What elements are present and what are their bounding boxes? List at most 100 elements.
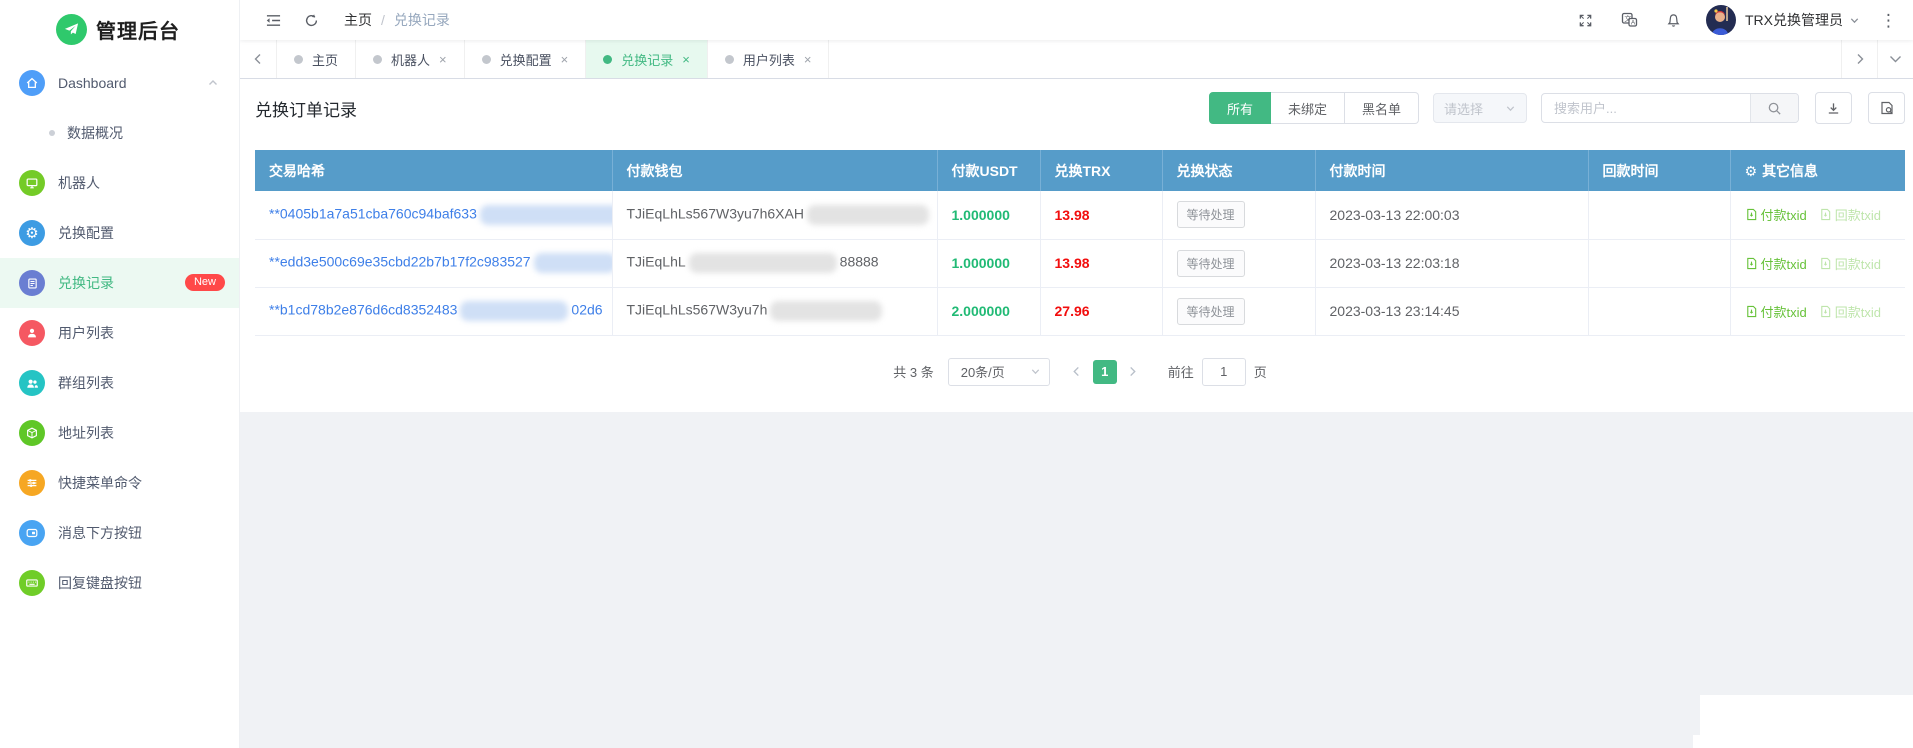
chevron-down-icon — [1030, 366, 1041, 377]
col-header-pay-wallet: 付款钱包 — [612, 150, 937, 191]
document-icon — [1745, 257, 1758, 270]
sidebar-item-label: 兑换记录 — [58, 273, 114, 293]
status-badge[interactable]: 等待处理 — [1177, 201, 1245, 228]
document-icon — [1819, 257, 1832, 270]
status-cell: 等待处理 — [1162, 239, 1315, 287]
redacted-blur — [770, 301, 882, 321]
sidebar-item-label: Dashboard — [58, 75, 127, 91]
download-icon — [1826, 101, 1841, 116]
other-info-cell: 付款txid 回款txid — [1730, 191, 1905, 239]
page-number-button[interactable]: 1 — [1093, 360, 1117, 384]
kebab-menu-icon[interactable]: ⋮ — [1880, 12, 1897, 29]
tab-dot-icon — [294, 55, 303, 64]
page-content: 兑换订单记录 所有 未绑定 黑名单 请选择 — [240, 79, 1913, 748]
refresh-icon[interactable] — [300, 9, 322, 31]
sidebar-item-exchange-records[interactable]: 兑换记录 New — [0, 258, 239, 308]
tabs-menu-chevron-down-icon[interactable] — [1877, 40, 1913, 78]
orders-table: 交易哈希 付款钱包 付款USDT 兑换TRX 兑换状态 付款时间 回款时间 ⚙其… — [255, 150, 1905, 336]
search-input[interactable] — [1542, 94, 1750, 122]
sidebar-item-label: 快捷菜单命令 — [58, 473, 142, 493]
tx-hash-link[interactable]: **b1cd78b2e876d6cd8352483 — [269, 302, 457, 318]
tab-exchange-records[interactable]: 兑换记录 × — [586, 40, 708, 78]
tab-home[interactable]: 主页 — [277, 40, 356, 78]
collapse-sidebar-icon[interactable] — [262, 9, 284, 31]
document-icon — [1819, 208, 1832, 221]
pay-txid-link[interactable]: 付款txid — [1745, 302, 1807, 321]
tab-exchange-config[interactable]: 兑换配置 × — [465, 40, 587, 78]
translate-icon[interactable]: 文A — [1618, 9, 1640, 31]
filter-blacklist-button[interactable]: 黑名单 — [1345, 92, 1419, 124]
close-icon[interactable]: × — [804, 52, 812, 67]
refund-txid-link[interactable]: 回款txid — [1819, 254, 1881, 273]
search-group — [1541, 93, 1799, 123]
close-icon[interactable]: × — [682, 52, 690, 67]
sidebar-item-reply-keyboard[interactable]: 回复键盘按钮 — [0, 558, 239, 608]
avatar[interactable] — [1706, 5, 1736, 35]
sidebar-item-exchange-config[interactable]: ⚙ 兑换配置 — [0, 208, 239, 258]
export-report-icon — [1879, 100, 1895, 116]
status-badge[interactable]: 等待处理 — [1177, 298, 1245, 325]
bell-icon[interactable] — [1662, 9, 1684, 31]
sidebar-item-data-overview[interactable]: 数据概况 — [0, 108, 239, 158]
tabs-scroll-left-icon[interactable] — [240, 40, 277, 78]
goto-label: 前往 — [1168, 362, 1194, 381]
pay-usdt-cell: 1.000000 — [937, 191, 1040, 239]
tab-label: 机器人 — [391, 50, 430, 69]
redacted-blur — [689, 253, 837, 273]
refund-txid-link[interactable]: 回款txid — [1819, 302, 1881, 321]
page-title: 兑换订单记录 — [255, 96, 357, 121]
pay-txid-link[interactable]: 付款txid — [1745, 254, 1807, 273]
status-badge[interactable]: 等待处理 — [1177, 250, 1245, 277]
filter-select[interactable]: 请选择 — [1433, 93, 1527, 123]
pay-time-cell: 2023-03-13 22:00:03 — [1315, 191, 1588, 239]
gear-icon: ⚙ — [1745, 163, 1758, 179]
sidebar-item-robot[interactable]: 机器人 — [0, 158, 239, 208]
sidebar-item-group-list[interactable]: 群组列表 — [0, 358, 239, 408]
sidebar-item-dashboard[interactable]: Dashboard — [0, 58, 239, 108]
sidebar-item-quick-menu-commands[interactable]: 快捷菜单命令 — [0, 458, 239, 508]
next-page-button[interactable] — [1120, 359, 1146, 385]
breadcrumb-home[interactable]: 主页 — [344, 12, 372, 28]
close-icon[interactable]: × — [561, 52, 569, 67]
home-icon — [19, 70, 45, 96]
export-report-button[interactable] — [1868, 92, 1905, 124]
caret-down-icon[interactable] — [1849, 15, 1860, 26]
prev-page-button[interactable] — [1064, 359, 1090, 385]
col-header-pay-time: 付款时间 — [1315, 150, 1588, 191]
filter-all-button[interactable]: 所有 — [1209, 92, 1271, 124]
tabs-bar: 主页 机器人 × 兑换配置 × 兑换记录 × 用户列表 × — [240, 40, 1913, 79]
tabs-scroll-right-icon[interactable] — [1841, 40, 1877, 78]
tx-hash-cell: **0405b1a7a51cba760c94baf633 — [255, 191, 612, 239]
tab-robot[interactable]: 机器人 × — [356, 40, 465, 78]
download-button[interactable] — [1815, 92, 1852, 124]
document-icon — [1745, 305, 1758, 318]
refund-txid-link[interactable]: 回款txid — [1819, 205, 1881, 224]
search-button[interactable] — [1750, 94, 1798, 122]
tab-user-list[interactable]: 用户列表 × — [708, 40, 830, 78]
user-name[interactable]: TRX兑换管理员 — [1745, 10, 1843, 30]
corner-white-overlay — [1700, 695, 1913, 748]
other-info-cell: 付款txid 回款txid — [1730, 239, 1905, 287]
app-logo: 管理后台 — [0, 0, 239, 58]
sidebar-item-label: 消息下方按钮 — [58, 523, 142, 543]
tx-hash-link[interactable]: **edd3e500c69e35cbd22b7b17f2c983527 — [269, 254, 531, 270]
sidebar-item-user-list[interactable]: 用户列表 — [0, 308, 239, 358]
pay-wallet-cell: TJiEqLhLs567W3yu7h — [612, 287, 937, 335]
fullscreen-icon[interactable] — [1574, 9, 1596, 31]
toolbar: 所有 未绑定 黑名单 请选择 — [1209, 92, 1905, 124]
chevron-left-icon — [1072, 366, 1081, 377]
goto-suffix: 页 — [1254, 362, 1267, 381]
goto-page-input[interactable] — [1202, 358, 1246, 386]
table-header-row: 交易哈希 付款钱包 付款USDT 兑换TRX 兑换状态 付款时间 回款时间 ⚙其… — [255, 150, 1905, 191]
close-icon[interactable]: × — [439, 52, 447, 67]
chevron-up-icon — [207, 77, 219, 89]
sidebar-item-inline-buttons[interactable]: 消息下方按钮 — [0, 508, 239, 558]
sidebar-item-address-list[interactable]: 地址列表 — [0, 408, 239, 458]
tab-label: 用户列表 — [743, 50, 795, 69]
tx-hash-link[interactable]: **0405b1a7a51cba760c94baf633 — [269, 205, 477, 221]
filter-unbound-button[interactable]: 未绑定 — [1271, 92, 1345, 124]
cube-icon — [19, 420, 45, 446]
page-size-select[interactable]: 20条/页 — [948, 358, 1050, 386]
pay-txid-link[interactable]: 付款txid — [1745, 205, 1807, 224]
col-header-pay-usdt: 付款USDT — [937, 150, 1040, 191]
